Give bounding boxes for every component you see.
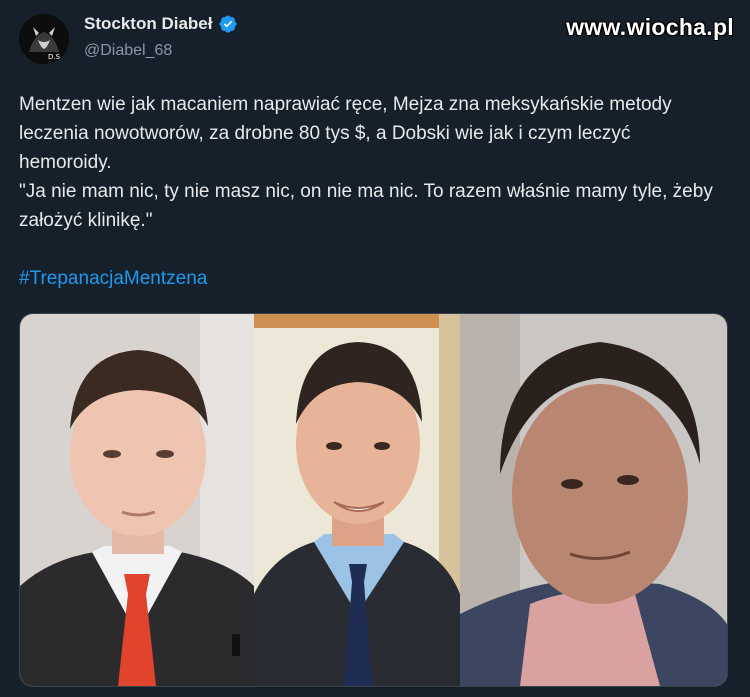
tweet-text: Mentzen wie jak macaniem naprawiać ręce,… bbox=[19, 90, 719, 235]
photo-man-red-tie[interactable] bbox=[20, 314, 254, 686]
tweet-paragraph-1: Mentzen wie jak macaniem naprawiać ręce,… bbox=[19, 94, 672, 173]
photo-man-smiling[interactable] bbox=[254, 314, 460, 686]
devil-avatar-icon: D.S bbox=[19, 14, 69, 64]
tweet-media[interactable] bbox=[19, 313, 728, 687]
hashtag-link[interactable]: #TrepanacjaMentzena bbox=[19, 268, 207, 290]
author-display-name[interactable]: Stockton Diabeł bbox=[84, 14, 212, 34]
photo-man-selfie[interactable] bbox=[460, 314, 727, 686]
tweet-paragraph-2: "Ja nie mam nic, ty nie masz nic, on nie… bbox=[19, 181, 713, 231]
author-avatar[interactable]: D.S bbox=[19, 14, 69, 64]
site-watermark: www.wiocha.pl bbox=[566, 14, 734, 40]
avatar-initials: D.S bbox=[48, 53, 61, 61]
tweet: D.S Stockton Diabeł @Diabel_68 www.wioch… bbox=[0, 0, 750, 697]
author-name-row: Stockton Diabeł bbox=[84, 14, 238, 34]
author-handle[interactable]: @Diabel_68 bbox=[84, 42, 172, 60]
verified-badge-icon[interactable] bbox=[218, 14, 238, 34]
